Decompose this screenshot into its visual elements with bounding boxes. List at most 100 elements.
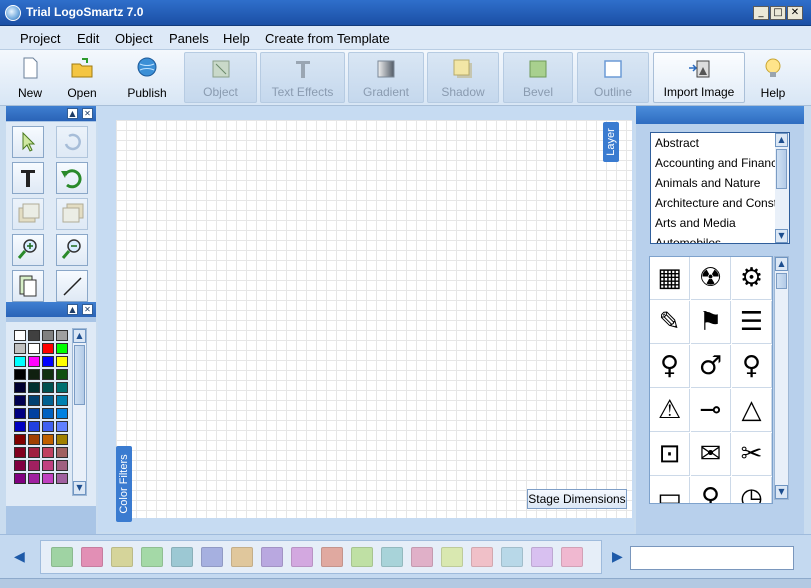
color-filter-swatch[interactable] [51, 547, 73, 567]
layer-tab[interactable]: Layer [603, 122, 619, 162]
color-filter-swatch[interactable] [261, 547, 283, 567]
warning-sign-symbol-icon[interactable]: ⚠ [650, 389, 690, 432]
open-button[interactable]: Open [58, 52, 106, 103]
waves-symbol-icon[interactable]: ☰ [732, 301, 772, 344]
color-swatch[interactable] [56, 408, 68, 419]
color-swatch[interactable] [56, 330, 68, 341]
color-filters-tab[interactable]: Color Filters [116, 446, 132, 522]
color-swatch[interactable] [28, 434, 40, 445]
category-item[interactable]: Accounting and Finance [655, 156, 784, 170]
line-tool[interactable] [56, 270, 88, 302]
color-swatch[interactable] [14, 356, 26, 367]
checkerboard-symbol-icon[interactable]: ▦ [650, 257, 690, 300]
color-swatch[interactable] [14, 330, 26, 341]
gradient-button[interactable]: Gradient [348, 52, 424, 103]
color-swatch[interactable] [14, 434, 26, 445]
connector-symbol-icon[interactable]: ⊸ [691, 389, 731, 432]
symbol-scrollbar[interactable]: ▲ ▼ [774, 256, 789, 500]
menu-object[interactable]: Object [115, 31, 153, 46]
color-filter-swatch[interactable] [201, 547, 223, 567]
color-close-icon[interactable]: ✕ [82, 304, 93, 315]
color-swatch[interactable] [14, 408, 26, 419]
category-scroll-thumb[interactable] [776, 149, 787, 189]
palette-scroll-down-icon[interactable]: ▼ [73, 481, 86, 495]
zoom-out-tool[interactable] [56, 234, 88, 266]
color-swatch[interactable] [28, 343, 40, 354]
documents-symbol-icon[interactable]: ✎ [650, 301, 690, 344]
color-swatch[interactable] [42, 369, 54, 380]
symbol-scroll-down-icon[interactable]: ▼ [775, 485, 788, 499]
color-filter-swatch[interactable] [81, 547, 103, 567]
color-swatch[interactable] [28, 395, 40, 406]
rotate-tool[interactable] [56, 126, 88, 158]
color-filter-swatch[interactable] [141, 547, 163, 567]
stage-dimensions-button[interactable]: Stage Dimensions [527, 489, 627, 509]
shadow-button[interactable]: Shadow [427, 52, 499, 103]
scissors-symbol-icon[interactable]: ✂ [732, 433, 772, 476]
category-item[interactable]: Automobiles [655, 236, 721, 243]
bevel-button[interactable]: Bevel [503, 52, 573, 103]
color-swatch[interactable] [14, 395, 26, 406]
color-swatch[interactable] [28, 473, 40, 484]
woman-symbol-icon[interactable]: ♀ [691, 477, 731, 503]
color-swatch[interactable] [42, 356, 54, 367]
color-filter-swatch[interactable] [111, 547, 133, 567]
color-swatch[interactable] [56, 473, 68, 484]
color-swatch[interactable] [28, 369, 40, 380]
flags-symbol-icon[interactable]: ⚑ [691, 301, 731, 344]
maximize-button[interactable]: □ [770, 6, 786, 20]
color-swatch[interactable] [28, 382, 40, 393]
category-scroll-up-icon[interactable]: ▲ [775, 133, 788, 147]
color-swatch[interactable] [56, 395, 68, 406]
text-tool[interactable] [12, 162, 44, 194]
color-swatch[interactable] [56, 434, 68, 445]
send-backward-tool[interactable] [56, 198, 88, 230]
color-swatch[interactable] [42, 382, 54, 393]
category-item[interactable]: Animals and Nature [655, 176, 760, 190]
color-filter-swatch[interactable] [291, 547, 313, 567]
color-swatch[interactable] [42, 395, 54, 406]
color-filter-swatch[interactable] [471, 547, 493, 567]
color-filter-swatch[interactable] [321, 547, 343, 567]
minimize-button[interactable]: _ [753, 6, 769, 20]
color-swatch[interactable] [42, 421, 54, 432]
color-filter-swatch[interactable] [441, 547, 463, 567]
color-swatch[interactable] [42, 330, 54, 341]
category-scrollbar[interactable]: ▲ ▼ [775, 133, 789, 243]
clock-symbol-icon[interactable]: ◷ [732, 477, 772, 503]
color-collapse-icon[interactable]: ▲ [67, 304, 78, 315]
import-image-button[interactable]: Import Image [653, 52, 745, 103]
framed-sign-symbol-icon[interactable]: ⊡ [650, 433, 690, 476]
color-swatch[interactable] [28, 356, 40, 367]
color-swatch[interactable] [14, 382, 26, 393]
color-swatch[interactable] [14, 473, 26, 484]
outline-button[interactable]: Outline [577, 52, 649, 103]
category-list[interactable]: Abstract Accounting and Finance Animals … [650, 132, 790, 244]
menu-project[interactable]: Project [20, 31, 60, 46]
menu-help[interactable]: Help [223, 31, 250, 46]
color-filter-swatch[interactable] [231, 547, 253, 567]
color-swatch[interactable] [42, 434, 54, 445]
color-swatch[interactable] [42, 460, 54, 471]
male-symbol-icon[interactable]: ♂ [691, 345, 731, 388]
text-effects-button[interactable]: Text Effects [260, 52, 345, 103]
color-swatch[interactable] [28, 330, 40, 341]
select-tool[interactable] [12, 126, 44, 158]
triangle-sign-symbol-icon[interactable]: △ [732, 389, 772, 432]
person-symbol-icon[interactable]: ♀ [650, 345, 690, 388]
palette-scrollbar[interactable]: ▲ ▼ [72, 328, 87, 496]
mail-symbol-icon[interactable]: ✉ [691, 433, 731, 476]
category-scroll-down-icon[interactable]: ▼ [775, 229, 788, 243]
zoom-in-tool[interactable] [12, 234, 44, 266]
radiation-symbol-icon[interactable]: ☢ [691, 257, 731, 300]
color-swatch[interactable] [56, 369, 68, 380]
color-filter-swatch[interactable] [531, 547, 553, 567]
new-button[interactable]: New [8, 52, 52, 103]
color-swatch[interactable] [42, 408, 54, 419]
color-swatch[interactable] [42, 473, 54, 484]
color-swatch[interactable] [28, 408, 40, 419]
color-swatch[interactable] [42, 447, 54, 458]
color-swatch[interactable] [14, 343, 26, 354]
info-field[interactable] [630, 546, 794, 570]
color-swatch[interactable] [56, 460, 68, 471]
